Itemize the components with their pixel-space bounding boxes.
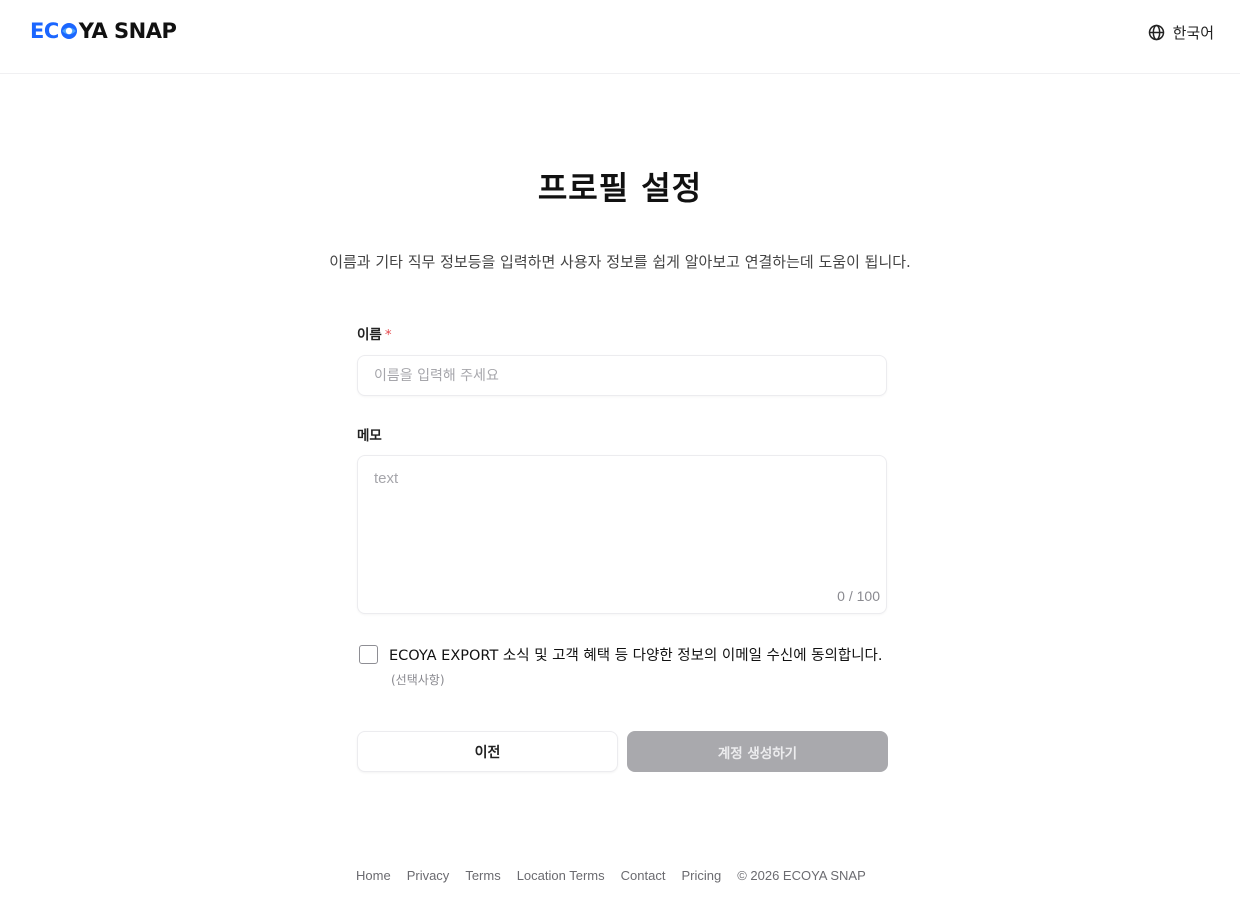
footer-link-home[interactable]: Home: [356, 868, 391, 883]
required-mark: *: [384, 327, 392, 343]
footer-link-location-terms[interactable]: Location Terms: [517, 868, 605, 883]
page-title: 프로필 설정: [537, 169, 703, 207]
footer-link-terms[interactable]: Terms: [465, 868, 500, 883]
footer-link-pricing[interactable]: Pricing: [681, 868, 721, 883]
name-label: 이름 *: [357, 323, 392, 343]
email-consent-text: ECOYA EXPORT 소식 및 고객 혜택 등 다양한 정보의 이메일 수신…: [389, 648, 883, 664]
memo-label: 메모: [357, 428, 382, 444]
footer-link-privacy[interactable]: Privacy: [407, 868, 450, 883]
top-header: EC YA SNAP 한국어: [0, 0, 1240, 74]
footer: Home Privacy Terms Location Terms Contac…: [356, 868, 866, 883]
previous-button[interactable]: 이전: [357, 731, 618, 772]
logo-prefix: EC: [30, 19, 59, 43]
page-subtitle: 이름과 기타 직무 정보등을 입력하면 사용자 정보를 쉽게 알아보고 연결하는…: [329, 253, 911, 271]
optional-tag: (선택사항): [391, 673, 445, 687]
name-label-text: 이름: [357, 327, 382, 343]
email-consent-label[interactable]: ECOYA EXPORT 소식 및 고객 혜택 등 다양한 정보의 이메일 수신…: [389, 644, 889, 692]
logo-suffix: YA SNAP: [78, 19, 177, 43]
footer-copyright: © 2026 ECOYA SNAP: [737, 868, 866, 883]
email-consent: ECOYA EXPORT 소식 및 고객 혜택 등 다양한 정보의 이메일 수신…: [359, 644, 889, 692]
logo-mark-icon: [60, 22, 78, 40]
logo[interactable]: EC YA SNAP: [30, 19, 177, 43]
memo-char-counter: 0 / 100: [837, 588, 880, 604]
footer-link-contact[interactable]: Contact: [621, 868, 666, 883]
create-account-button[interactable]: 계정 생성하기: [627, 731, 888, 772]
language-selector[interactable]: 한국어: [1148, 22, 1214, 43]
globe-icon: [1148, 24, 1165, 41]
memo-textarea[interactable]: [358, 456, 886, 586]
name-input[interactable]: [357, 355, 887, 396]
language-label: 한국어: [1172, 25, 1214, 42]
email-consent-checkbox[interactable]: [359, 645, 378, 664]
memo-field: 0 / 100: [357, 455, 887, 614]
